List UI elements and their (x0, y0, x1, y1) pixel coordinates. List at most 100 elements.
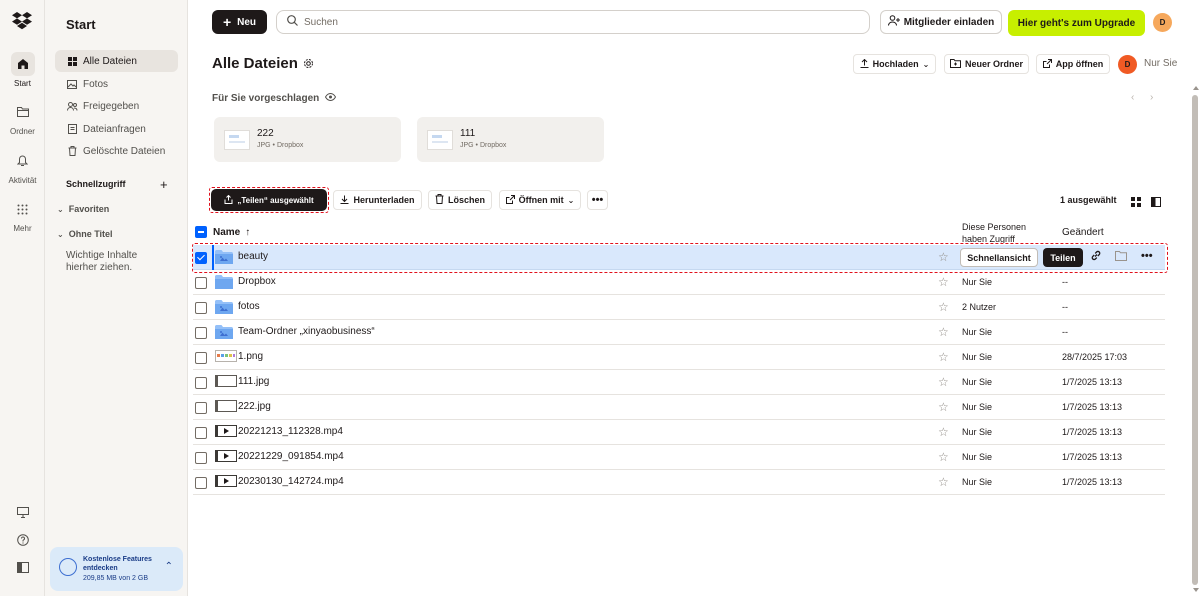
table-row[interactable]: Dropbox ☆ Nur Sie -- (193, 270, 1165, 295)
row-checkbox[interactable] (195, 427, 207, 439)
open-app-button[interactable]: App öffnen (1036, 54, 1110, 74)
star-icon[interactable]: ☆ (938, 475, 949, 489)
file-name[interactable]: 111.jpg (238, 376, 269, 387)
file-name[interactable]: Team-Ordner „xinyaobusiness“ (238, 326, 375, 337)
folder-icon (215, 275, 235, 290)
sidebar-item-all-files[interactable]: Alle Dateien (55, 50, 178, 72)
more-icon[interactable]: ••• (1141, 250, 1153, 262)
table-row[interactable]: 20221213_112328.mp4 ☆ Nur Sie 1/7/2025 13:1… (193, 420, 1165, 445)
star-icon[interactable]: ☆ (938, 375, 949, 389)
file-name[interactable]: 20221213_112328.mp4 (238, 426, 343, 437)
scroll-down-arrow[interactable] (1193, 588, 1199, 592)
row-checkbox[interactable] (195, 352, 207, 364)
row-checkbox[interactable] (195, 252, 207, 264)
file-name[interactable]: 1.png (238, 351, 263, 362)
desktop-app-icon[interactable] (0, 507, 45, 518)
card-name: 222 (257, 128, 274, 139)
promo-banner[interactable]: Kostenlose Features entdecken 209,85 MB … (50, 547, 183, 591)
side-panel-icon[interactable] (1151, 196, 1161, 210)
untitled-toggle[interactable]: ⌄ Ohne Titel (57, 229, 113, 239)
card-meta: JPG • Dropbox (460, 142, 507, 149)
quick-view-button[interactable]: Schnellansicht (960, 248, 1038, 267)
move-folder-icon[interactable] (1115, 250, 1127, 264)
grid-view-icon[interactable] (1131, 196, 1141, 210)
delete-button[interactable]: Löschen (428, 190, 492, 210)
file-name[interactable]: 20221229_091854.mp4 (238, 451, 344, 462)
upload-button[interactable]: Hochladen ⌄ (853, 54, 936, 74)
row-checkbox[interactable] (195, 477, 207, 489)
chevron-left-icon[interactable]: ‹ (1131, 92, 1134, 103)
column-header-name[interactable]: Name ↑ (213, 227, 250, 238)
sidebar-toggle-icon[interactable] (0, 562, 45, 573)
star-icon[interactable]: ☆ (938, 400, 949, 414)
file-name[interactable]: 222.jpg (238, 401, 271, 412)
table-row[interactable]: 1.png ☆ Nur Sie 28/7/2025 17:03 (193, 345, 1165, 370)
table-row[interactable]: 20230130_142724.mp4 ☆ Nur Sie 1/7/2025 13:1… (193, 470, 1165, 495)
star-icon[interactable]: ☆ (938, 450, 949, 464)
access-text: Nur Sie (962, 352, 993, 362)
favorites-toggle[interactable]: ⌄ Favoriten (57, 204, 109, 214)
link-icon[interactable] (1091, 250, 1101, 264)
avatar[interactable]: D (1153, 13, 1172, 32)
open-with-button[interactable]: Öffnen mit ⌄ (499, 190, 581, 210)
dropbox-logo-icon[interactable] (12, 12, 32, 32)
scrollbar-thumb[interactable] (1192, 95, 1198, 585)
sidebar-item-shared[interactable]: Freigegeben (55, 95, 178, 117)
table-row[interactable]: 111.jpg ☆ Nur Sie 1/7/2025 13:13 (193, 370, 1165, 395)
row-checkbox[interactable] (195, 302, 207, 314)
new-button[interactable]: + Neu (212, 10, 267, 34)
star-icon[interactable]: ☆ (938, 250, 949, 264)
search-bar[interactable] (276, 10, 870, 34)
rail-item-more[interactable]: Mehr (0, 197, 45, 233)
eye-icon[interactable] (325, 92, 337, 104)
suggested-card[interactable]: 111 JPG • Dropbox (417, 117, 604, 162)
star-icon[interactable]: ☆ (938, 275, 949, 289)
photo-folder-icon (215, 325, 235, 340)
row-checkbox[interactable] (195, 327, 207, 339)
row-checkbox[interactable] (195, 452, 207, 464)
more-actions-button[interactable]: ••• (587, 190, 608, 210)
suggested-card[interactable]: 222 JPG • Dropbox (214, 117, 401, 162)
star-icon[interactable]: ☆ (938, 350, 949, 364)
row-checkbox[interactable] (195, 402, 207, 414)
card-meta: JPG • Dropbox (257, 142, 304, 149)
star-icon[interactable]: ☆ (938, 300, 949, 314)
table-row[interactable]: 222.jpg ☆ Nur Sie 1/7/2025 13:13 (193, 395, 1165, 420)
file-name[interactable]: Dropbox (238, 276, 276, 287)
share-selected-button[interactable]: „Teilen“ ausgewählt (211, 189, 327, 211)
table-row[interactable]: fotos ☆ 2 Nutzer -- (193, 295, 1165, 320)
owner-access-text: Nur Sie (1144, 58, 1178, 69)
help-icon[interactable] (0, 534, 45, 546)
file-name[interactable]: beauty (238, 251, 268, 262)
sidebar-item-file-requests[interactable]: Dateianfragen (55, 118, 178, 140)
scroll-up-arrow[interactable] (1193, 86, 1199, 90)
delete-label: Löschen (447, 195, 485, 205)
row-checkbox[interactable] (195, 277, 207, 289)
file-name[interactable]: 20230130_142724.mp4 (238, 476, 344, 487)
invite-members-button[interactable]: Mitglieder einladen (880, 10, 1002, 34)
file-name[interactable]: fotos (238, 301, 260, 312)
new-folder-button[interactable]: Neuer Ordner (944, 54, 1029, 74)
star-icon[interactable]: ☆ (938, 325, 949, 339)
rail-item-folders[interactable]: Ordner (0, 100, 45, 136)
row-checkbox[interactable] (195, 377, 207, 389)
table-row[interactable]: 20221229_091854.mp4 ☆ Nur Sie 1/7/2025 13:1… (193, 445, 1165, 470)
upgrade-button[interactable]: Hier geht's zum Upgrade (1008, 10, 1145, 36)
gear-icon[interactable] (303, 58, 314, 72)
sidebar-item-deleted[interactable]: Gelöschte Dateien (55, 140, 178, 162)
table-row[interactable]: beauty ☆ Schnellansicht Teilen ••• (193, 245, 1165, 270)
chevron-right-icon[interactable]: › (1150, 92, 1153, 103)
download-button[interactable]: Herunterladen (333, 190, 422, 210)
column-header-changed[interactable]: Geändert (1062, 227, 1104, 238)
rail-item-activity[interactable]: Aktivität (0, 149, 45, 185)
select-all-checkbox[interactable] (195, 226, 207, 238)
star-icon[interactable]: ☆ (938, 425, 949, 439)
table-row[interactable]: Team-Ordner „xinyaobusiness“ ☆ Nur Sie -- (193, 320, 1165, 345)
search-input[interactable] (304, 16, 804, 28)
share-button[interactable]: Teilen (1043, 248, 1083, 267)
chevron-up-icon[interactable]: ⌃ (165, 561, 173, 572)
sidebar-item-photos[interactable]: Fotos (55, 73, 178, 95)
rail-item-start[interactable]: Start (0, 52, 45, 88)
more-icon: ••• (591, 194, 604, 206)
add-quick-access-button[interactable]: + (160, 177, 168, 192)
